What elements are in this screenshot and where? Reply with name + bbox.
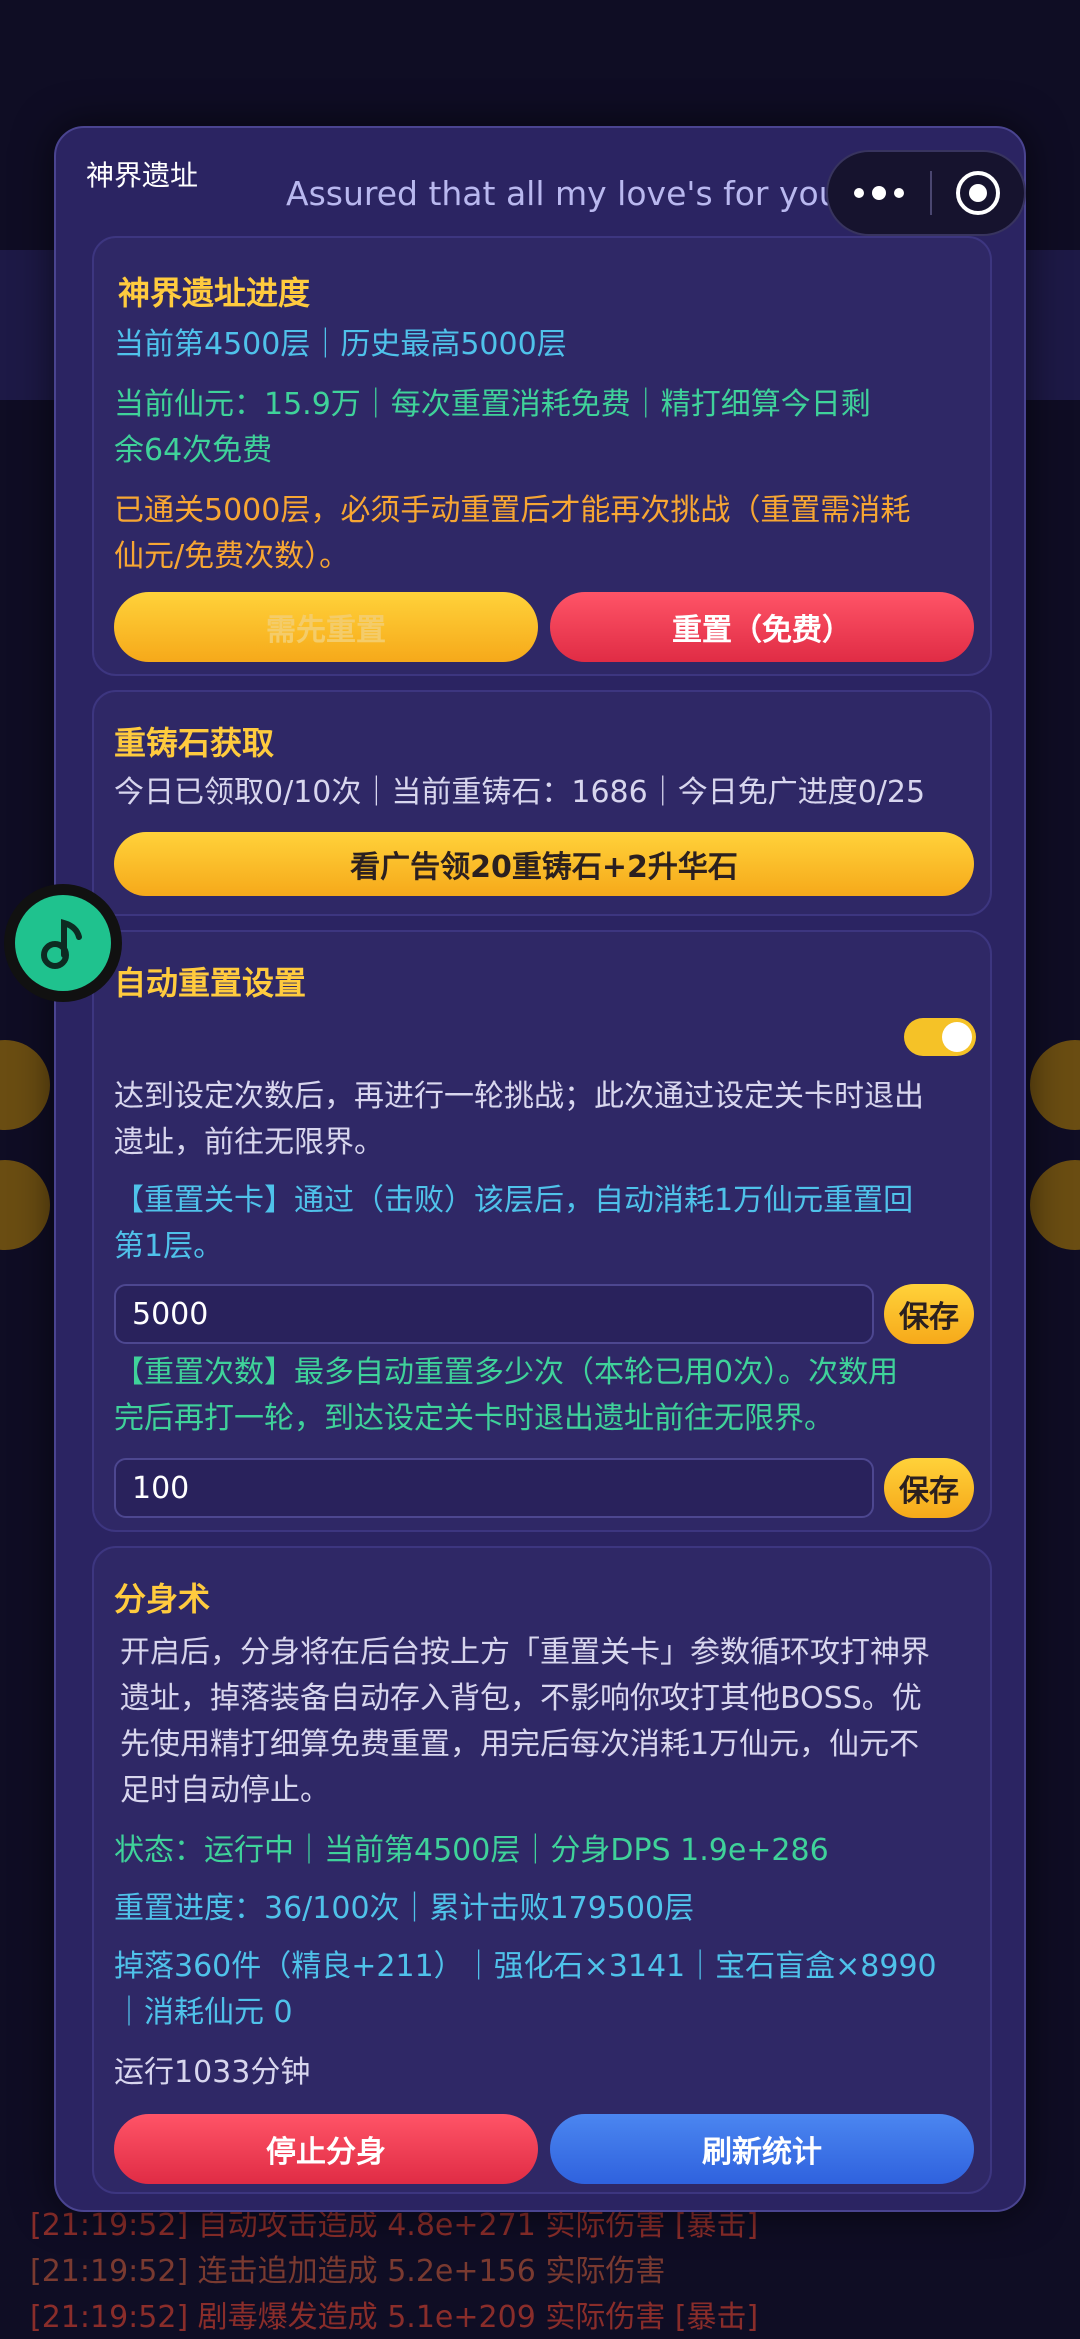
bg-circle [0,1040,50,1130]
reset-stage-desc-cont: 第1层。 [114,1229,224,1264]
reset-stage-input[interactable]: 5000 [114,1284,874,1344]
reset-free-button[interactable]: 重置（免费） [550,592,974,662]
save-stage-button[interactable]: 保存 [884,1284,974,1344]
floor-info: 当前第4500层｜历史最高5000层 [114,327,567,362]
bg-circle [0,1160,50,1250]
need-reset-button[interactable]: 需先重置 [114,592,538,662]
progress-card: 神界遗址进度 当前第4500层｜历史最高5000层 当前仙元：15.9万｜每次重… [92,236,992,676]
progress-title: 神界遗址进度 [118,274,311,312]
mini-program-capsule [826,150,1026,236]
bg-log-line: [21:19:52] 连击追加造成 5.2e+156 实际伤害 [30,2254,666,2289]
target-circle-icon[interactable] [932,169,1024,217]
toggle-knob [942,1022,972,1052]
more-dots-icon[interactable] [828,186,930,200]
currency-info-cont: 余64次免费 [114,433,273,468]
stone-title: 重铸石获取 [114,724,275,762]
clone-runtime: 运行1033分钟 [114,2055,311,2090]
clone-card: 分身术 开启后，分身将在后台按上方「重置关卡」参数循环攻打神界 遗址，掉落装备自… [92,1546,992,2194]
stone-info: 今日已领取0/10次｜当前重铸石：1686｜今日免广进度0/25 [114,775,926,810]
bg-circle [1030,1160,1080,1250]
ruins-modal: 神界遗址 Assured that all my love's for you … [54,126,1026,2212]
currency-info: 当前仙元：15.9万｜每次重置消耗免费｜精打细算今日剩 [114,387,871,422]
stone-card: 重铸石获取 今日已领取0/10次｜当前重铸石：1686｜今日免广进度0/25 看… [92,690,992,916]
reset-stage-desc: 【重置关卡】通过（击败）该层后，自动消耗1万仙元重置回 [114,1183,914,1218]
auto-reset-title: 自动重置设置 [114,964,307,1002]
clone-desc-cont: 先使用精打细算免费重置，用完后每次消耗1万仙元，仙元不 [120,1727,920,1762]
modal-title: 神界遗址 [86,159,199,192]
reset-warning: 已通关5000层，必须手动重置后才能再次挑战（重置需消耗 [114,493,911,528]
music-note-icon [15,895,111,991]
clone-drops-cont: ｜消耗仙元 0 [114,1995,293,2030]
bg-log-line: [21:19:52] 剧毒爆发造成 5.1e+209 实际伤害 [暴击] [30,2300,759,2335]
reset-count-desc-cont: 完后再打一轮，到达设定关卡时退出遗址前往无限界。 [114,1401,834,1436]
bg-circle [1030,1040,1080,1130]
clone-desc: 开启后，分身将在后台按上方「重置关卡」参数循环攻打神界 [120,1635,930,1670]
reset-count-input[interactable]: 100 [114,1458,874,1518]
stop-clone-button[interactable]: 停止分身 [114,2114,538,2184]
clone-reset-progress: 重置进度：36/100次｜累计击败179500层 [114,1891,695,1926]
clone-desc-cont: 遗址，掉落装备自动存入背包，不影响你攻打其他BOSS。优 [120,1681,922,1716]
reset-count-desc: 【重置次数】最多自动重置多少次（本轮已用0次）。次数用 [114,1355,899,1390]
clone-status: 状态：运行中｜当前第4500层｜分身DPS 1.9e+286 [114,1833,829,1868]
auto-reset-toggle[interactable] [904,1018,976,1056]
music-fab-button[interactable] [4,884,122,1002]
clone-drops: 掉落360件（精良+211）｜强化石×3141｜宝石盲盒×8990 [114,1949,937,1984]
music-marquee: Assured that all my love's for you [286,174,840,213]
refresh-stats-button[interactable]: 刷新统计 [550,2114,974,2184]
watch-ad-button[interactable]: 看广告领20重铸石+2升华石 [114,832,974,896]
auto-reset-desc-cont: 遗址，前往无限界。 [114,1125,384,1160]
auto-reset-card: 自动重置设置 达到设定次数后，再进行一轮挑战；此次通过设定关卡时退出 遗址，前往… [92,930,992,1532]
clone-desc-cont: 足时自动停止。 [120,1773,330,1808]
save-count-button[interactable]: 保存 [884,1458,974,1518]
reset-warning-cont: 仙元/免费次数）。 [114,539,350,574]
clone-title: 分身术 [114,1580,211,1618]
auto-reset-desc: 达到设定次数后，再进行一轮挑战；此次通过设定关卡时退出 [114,1079,924,1114]
